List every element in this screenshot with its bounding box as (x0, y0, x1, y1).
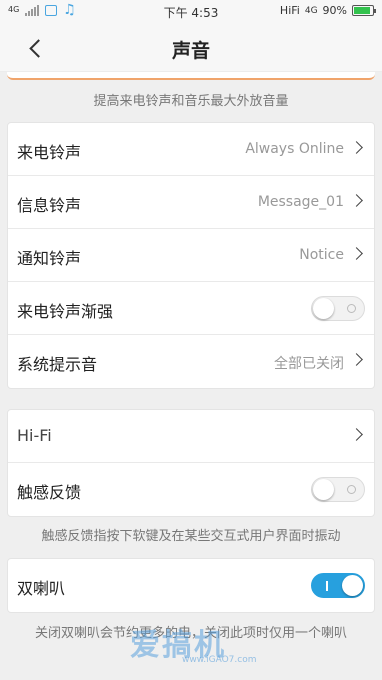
hifi-row[interactable]: Hi-Fi (8, 410, 374, 463)
row-label: 双喇叭 (17, 579, 66, 598)
chevron-right-icon (350, 353, 363, 366)
haptic-feedback-toggle[interactable] (311, 477, 365, 502)
row-value: Always Online (245, 141, 344, 157)
chevron-right-icon (350, 428, 363, 441)
row-label: 触感反馈 (17, 483, 82, 502)
dual-speaker-toggle[interactable] (311, 573, 365, 598)
haptic-feedback-row: 触感反馈 (8, 463, 374, 516)
row-value: 全部已关闭 (274, 356, 344, 372)
page-title: 声音 (171, 40, 210, 62)
ringtone-settings-group: 来电铃声 Always Online 信息铃声 Message_01 通知铃声 … (7, 122, 375, 389)
row-label: 通知铃声 (17, 249, 82, 268)
network-type-right: 4G (304, 5, 318, 16)
audio-settings-group: Hi-Fi 触感反馈 (7, 409, 375, 517)
row-label: 来电铃声 (17, 143, 82, 162)
row-label: Hi-Fi (17, 426, 52, 445)
chevron-right-icon (350, 141, 363, 154)
row-label: 来电铃声渐强 (17, 302, 114, 321)
ascending-ringtone-row: 来电铃声渐强 (8, 282, 374, 335)
nav-bar: 声音 (0, 24, 382, 72)
row-label: 系统提示音 (17, 355, 98, 374)
ringtone-row[interactable]: 来电铃声 Always Online (8, 123, 374, 176)
hifi-label: HiFi (279, 4, 300, 17)
previous-card-edge (7, 72, 375, 80)
site-watermark-url: www.iGAO7.com (182, 655, 257, 665)
status-bar: 4G ♫ 下午 4:53 HiFi 4G 90% (0, 0, 382, 24)
speaker-settings-group: 双喇叭 (7, 558, 375, 613)
row-label: 信息铃声 (17, 196, 82, 215)
ascending-ringtone-toggle[interactable] (311, 296, 365, 321)
row-value: Notice (299, 247, 344, 263)
message-tone-row[interactable]: 信息铃声 Message_01 (8, 176, 374, 229)
battery-percent: 90% (322, 4, 347, 17)
status-right: HiFi 4G 90% (279, 4, 376, 17)
battery-icon (352, 5, 376, 16)
chevron-right-icon (350, 247, 363, 260)
haptic-caption: 触感反馈指按下软键及在某些交互式用户界面时振动 (41, 529, 341, 544)
loudness-caption: 提高来电铃声和音乐最大外放音量 (93, 94, 289, 109)
chevron-right-icon (350, 194, 363, 207)
notification-tone-row[interactable]: 通知铃声 Notice (8, 229, 374, 282)
system-sounds-row[interactable]: 系统提示音 全部已关闭 (8, 335, 374, 388)
row-value: Message_01 (257, 194, 344, 210)
dual-speaker-row: 双喇叭 (8, 559, 374, 612)
